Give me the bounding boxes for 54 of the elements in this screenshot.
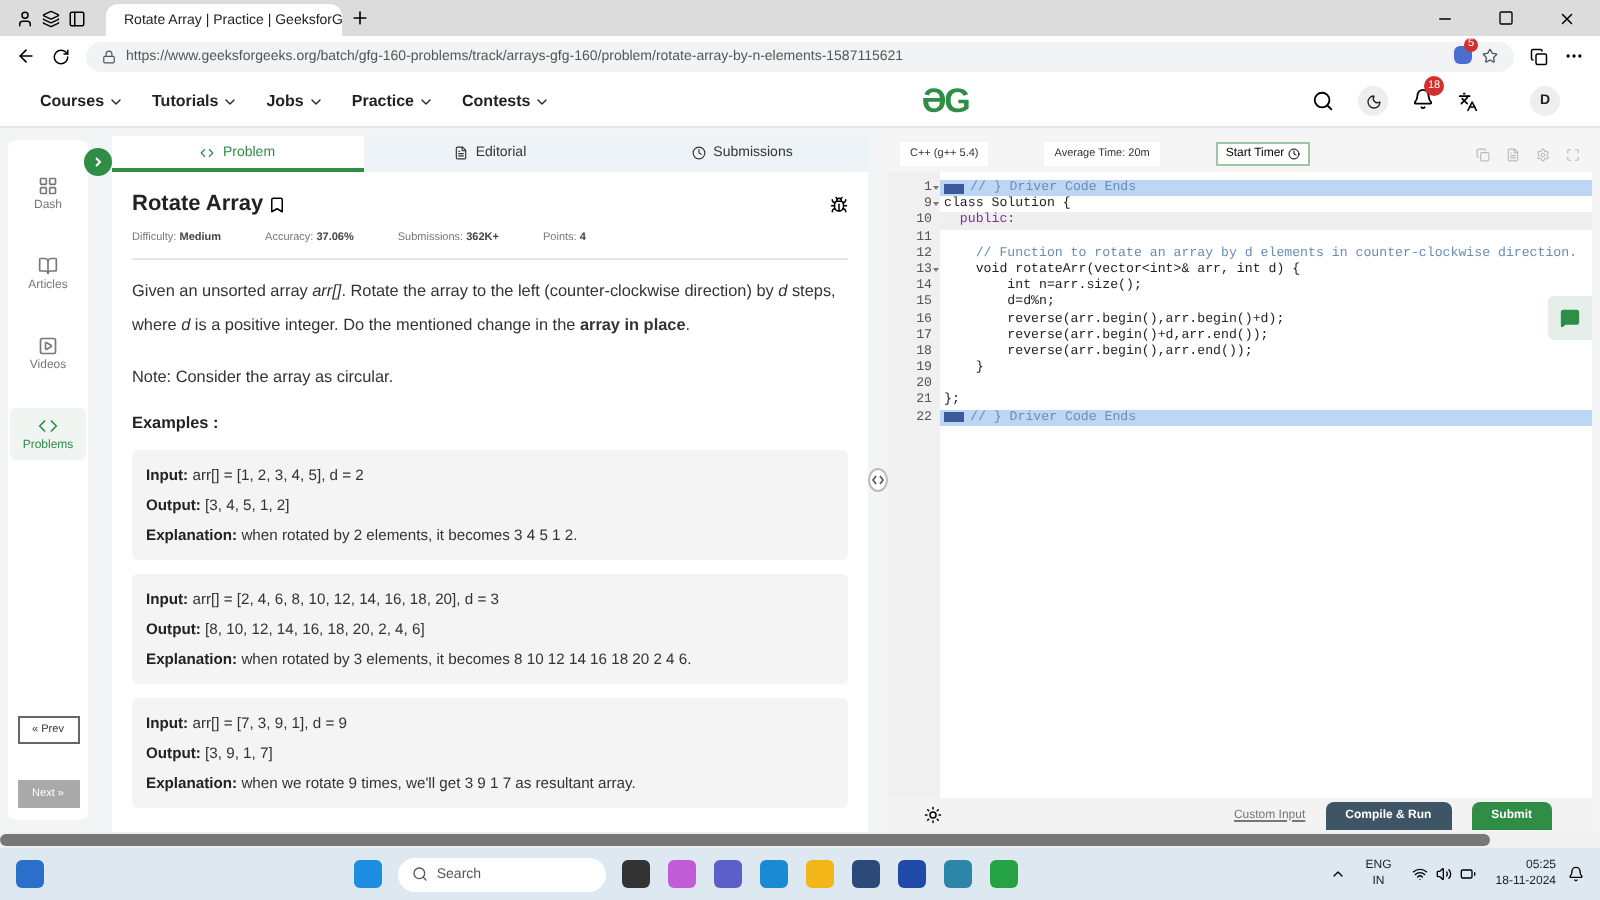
problem-note: Note: Consider the array as circular. xyxy=(132,366,396,390)
back-icon[interactable] xyxy=(16,46,36,66)
problem-title: Rotate Array xyxy=(132,192,264,216)
nav-menu[interactable]: Contests xyxy=(462,92,551,110)
chat-icon xyxy=(1560,308,1580,328)
dark-mode-toggle[interactable] xyxy=(1358,86,1389,116)
examples-heading: Examples : xyxy=(132,414,221,432)
favorite-icon[interactable] xyxy=(1482,48,1498,64)
battery-icon xyxy=(1459,866,1476,882)
notification-icon[interactable] xyxy=(1412,87,1435,109)
folded-code-icon xyxy=(944,183,964,193)
maximize-icon[interactable] xyxy=(1498,10,1514,26)
volume-icon xyxy=(1435,866,1452,882)
refresh-icon[interactable] xyxy=(52,47,70,65)
resize-handle[interactable] xyxy=(868,468,888,492)
bug-icon[interactable] xyxy=(830,195,848,213)
video-icon xyxy=(38,336,58,356)
problem-description: Given an unsorted array arr[]. Rotate the array to the left (counter-clockwise direction) by d steps, where d is a positive integer. Do the mentioned change in the array in place. xyxy=(132,280,838,338)
site-logo: ƏG xyxy=(921,81,969,121)
search-icon[interactable] xyxy=(1312,90,1335,112)
wifi-icon xyxy=(1411,866,1428,882)
nav-menu[interactable]: Courses xyxy=(40,92,125,110)
nav-menu[interactable]: Tutorials xyxy=(152,92,239,110)
grid-icon xyxy=(38,176,58,196)
clock-icon xyxy=(691,145,706,159)
app-icon[interactable] xyxy=(714,860,743,888)
book-icon xyxy=(38,256,58,276)
code-icon xyxy=(38,416,58,436)
lock-icon xyxy=(102,49,116,63)
sidebar-icon xyxy=(68,9,86,27)
translate-icon[interactable] xyxy=(1458,91,1479,111)
scrollbar-thumb[interactable] xyxy=(0,834,1490,846)
app-icon[interactable] xyxy=(898,860,927,888)
folded-code-icon xyxy=(944,412,964,423)
moon-icon xyxy=(1365,93,1382,109)
nav-menu[interactable]: Practice xyxy=(351,92,435,110)
document-icon xyxy=(453,145,468,159)
code-icon xyxy=(200,145,215,159)
tray-expand-icon[interactable] xyxy=(1329,866,1346,882)
collections-icon xyxy=(42,9,60,27)
search-icon xyxy=(412,866,429,882)
theme-icon[interactable] xyxy=(924,806,942,824)
profile-icon xyxy=(16,9,34,27)
app-icon[interactable] xyxy=(622,860,651,888)
chat-button[interactable] xyxy=(1548,296,1592,340)
app-icon[interactable] xyxy=(852,860,881,888)
nav-menu[interactable]: Jobs xyxy=(266,92,324,110)
start-icon[interactable] xyxy=(354,860,383,888)
expand-sidebar-icon[interactable] xyxy=(84,148,112,176)
widgets-icon[interactable] xyxy=(16,860,44,888)
close-icon[interactable] xyxy=(1558,9,1576,27)
new-tab-icon[interactable] xyxy=(350,8,370,28)
bookmark-icon[interactable] xyxy=(267,195,286,213)
notification-center-icon[interactable] xyxy=(1568,866,1585,882)
